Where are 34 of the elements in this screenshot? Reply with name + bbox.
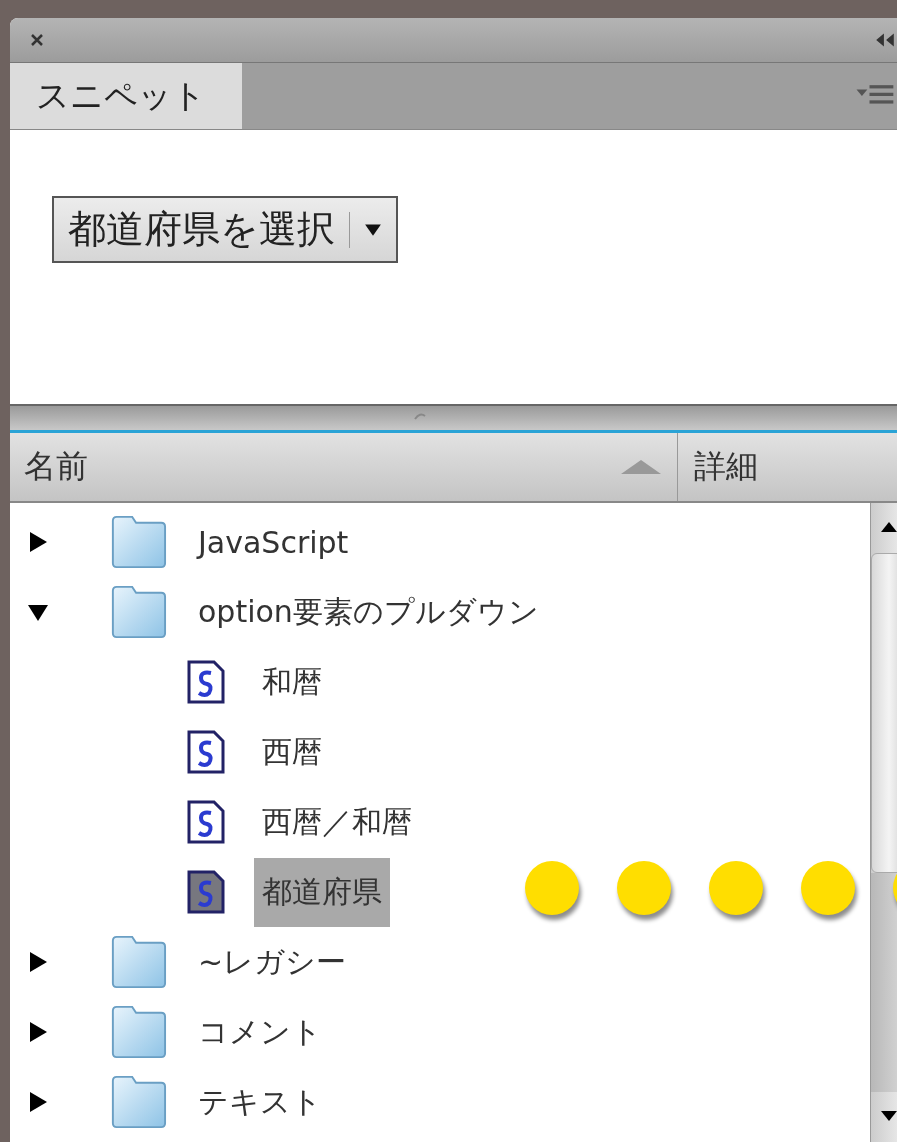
scrollbar-thumb[interactable] xyxy=(871,553,897,873)
snippet-file-icon xyxy=(186,659,226,705)
snippet-file-icon xyxy=(186,729,226,775)
folder-label[interactable]: JavaScript xyxy=(198,518,359,566)
marker-dot xyxy=(525,861,579,915)
collapsed-arrow-icon[interactable] xyxy=(28,532,48,552)
scroll-up-icon[interactable] xyxy=(879,521,897,533)
caret-icon xyxy=(364,222,382,237)
snippet-label[interactable]: 和暦 xyxy=(254,647,330,717)
expanded-arrow-icon[interactable] xyxy=(28,602,48,622)
folder-label[interactable]: テキスト xyxy=(198,1075,332,1129)
snippet-file-icon xyxy=(186,799,226,845)
folder-label[interactable]: コメント xyxy=(198,1005,332,1059)
marker-dot xyxy=(709,861,763,915)
folder-label[interactable]: ~レガシー xyxy=(198,935,357,989)
collapsed-arrow-icon[interactable] xyxy=(28,952,48,972)
name-column-header[interactable]: 名前 xyxy=(10,433,678,501)
snippet-label[interactable]: 西暦 xyxy=(254,717,330,787)
prefecture-select[interactable]: 都道府県を選択 xyxy=(52,196,398,263)
snippet-label[interactable]: 西暦／和暦 xyxy=(254,787,420,857)
collapse-icon[interactable] xyxy=(874,32,896,48)
close-icon[interactable] xyxy=(30,33,44,47)
folder-label[interactable]: option要素のプルダウン xyxy=(198,585,549,639)
snippet-label[interactable]: 都道府県 xyxy=(254,857,390,927)
scroll-down-icon[interactable] xyxy=(879,1110,897,1122)
splitter-handle-icon[interactable] xyxy=(414,412,426,420)
panel-tab[interactable]: スニペット xyxy=(10,63,242,129)
scrollbar[interactable] xyxy=(870,503,897,1142)
marker-dot xyxy=(801,861,855,915)
snippet-file-icon xyxy=(186,869,226,915)
collapsed-arrow-icon[interactable] xyxy=(28,1022,48,1042)
detail-column-header[interactable]: 詳細 xyxy=(678,433,758,501)
collapsed-arrow-icon[interactable] xyxy=(28,1092,48,1112)
marker-dot xyxy=(617,861,671,915)
